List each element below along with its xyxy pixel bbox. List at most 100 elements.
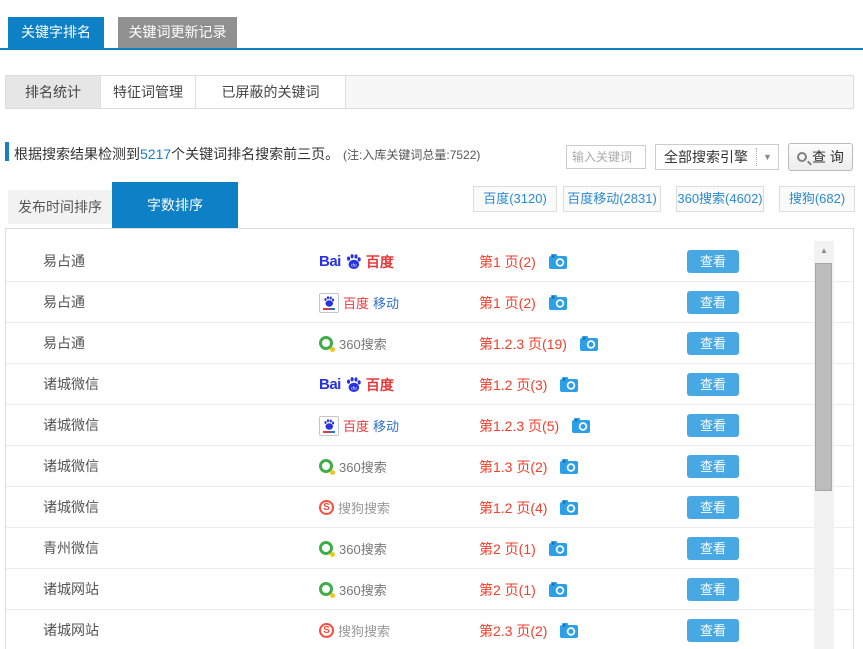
camera-icon[interactable] — [549, 295, 568, 310]
camera-icon[interactable] — [560, 377, 579, 392]
table-row: 诸城网站 360搜索 第2 页(1) 查看 — [6, 569, 853, 610]
so360-ring-icon — [319, 336, 335, 352]
engine-slot: 百度移动 — [319, 405, 399, 446]
table-row: 诸城微信 Bai du 百度 第1.2 页(3) 查看 — [6, 364, 853, 405]
scroll-up-icon[interactable]: ▲ — [814, 241, 834, 259]
page-rank-wrap: 第1 页(2) — [479, 241, 568, 282]
so360-label: 360搜索 — [339, 334, 387, 353]
baidu-mobile-text-blue: 移动 — [373, 416, 399, 435]
table-row: 诸城微信 百度移动 第1.2.3 页(5) — [6, 405, 853, 446]
view-button[interactable]: 查看 — [687, 578, 739, 601]
tab-blocked-keywords[interactable]: 已屏蔽的关键词 — [196, 76, 346, 108]
page-rank-text: 第1 页(2) — [479, 293, 536, 313]
page-rank-wrap: 第1 页(2) — [479, 282, 568, 323]
table-row: 青州微信 360搜索 第2 页(1) 查看 — [6, 528, 853, 569]
query-button-label: 查 询 — [812, 147, 844, 167]
filter-360-search[interactable]: 360搜索(4602) — [676, 186, 764, 212]
tab-underline — [0, 48, 863, 50]
keyword-text: 诸城微信 — [43, 446, 99, 487]
view-button[interactable]: 查看 — [687, 332, 739, 355]
camera-icon[interactable] — [572, 418, 591, 433]
baidu-paw-icon: du — [345, 253, 362, 270]
baidu-paw-icon: du — [345, 376, 362, 393]
tab-feature-word-management[interactable]: 特征词管理 — [101, 76, 196, 108]
baidu-mobile-text-blue: 移动 — [373, 293, 399, 312]
table-row: 易占通 360搜索 第1.2.3 页(19) 查看 — [6, 323, 853, 364]
scrollbar[interactable]: ▲ — [814, 241, 834, 649]
view-button[interactable]: 查看 — [687, 537, 739, 560]
sogou-label: 搜狗搜索 — [338, 498, 390, 517]
engine-select-value: 全部搜索引擎 — [656, 147, 756, 167]
camera-icon[interactable] — [549, 541, 568, 556]
page-rank-text: 第1 页(2) — [479, 252, 536, 272]
tab-keyword-ranking[interactable]: 关键字排名 — [8, 17, 104, 48]
engine-slot: S 搜狗搜索 — [319, 610, 390, 649]
page-rank-wrap: 第1.2 页(4) — [479, 487, 579, 528]
view-button[interactable]: 查看 — [687, 455, 739, 478]
camera-icon[interactable] — [560, 459, 579, 474]
engine-slot: 360搜索 — [319, 323, 387, 364]
filter-baidu-mobile[interactable]: 百度移动(2831) — [563, 186, 661, 212]
page-rank-text: 第1.2 页(3) — [479, 375, 547, 395]
baidu-mobile-paw-icon — [319, 416, 339, 436]
camera-icon[interactable] — [560, 500, 579, 515]
filter-sogou[interactable]: 搜狗(682) — [779, 186, 855, 212]
svg-text:du: du — [351, 262, 357, 268]
so360-logo: 360搜索 — [319, 334, 387, 353]
engine-slot: 360搜索 — [319, 528, 387, 569]
page-rank-text: 第1.2.3 页(5) — [479, 416, 559, 436]
baidu-mobile-logo: 百度移动 — [319, 293, 399, 313]
filter-baidu[interactable]: 百度(3120) — [473, 186, 557, 212]
so360-ring-icon — [319, 582, 335, 598]
view-button[interactable]: 查看 — [687, 619, 739, 642]
view-button[interactable]: 查看 — [687, 250, 739, 273]
sogou-label: 搜狗搜索 — [338, 621, 390, 640]
search-input[interactable] — [566, 145, 646, 169]
tab-keyword-update-log[interactable]: 关键词更新记录 — [118, 17, 237, 48]
so360-logo: 360搜索 — [319, 580, 387, 599]
keyword-table-body: 易占通 Bai du 百度 第1 页(2) 查看 — [6, 241, 853, 649]
camera-icon[interactable] — [560, 623, 579, 638]
page-rank-text: 第2.3 页(2) — [479, 621, 547, 641]
engine-slot: Bai du 百度 — [319, 364, 394, 405]
keyword-text: 易占通 — [43, 323, 85, 364]
stats-note: (注:入库关键词总量:7522) — [343, 148, 480, 162]
engine-select-dropdown[interactable]: 全部搜索引擎 ▼ — [655, 144, 779, 170]
query-button[interactable]: 查 询 — [788, 143, 853, 171]
table-row: 诸城网站 S 搜狗搜索 第2.3 页(2) 查看 — [6, 610, 853, 649]
page-rank-wrap: 第1.2 页(3) — [479, 364, 579, 405]
so360-ring-icon — [319, 541, 335, 557]
view-button[interactable]: 查看 — [687, 291, 739, 314]
so360-logo: 360搜索 — [319, 457, 387, 476]
so360-label: 360搜索 — [339, 539, 387, 558]
tab-sort-by-word-count[interactable]: 字数排序 — [112, 182, 238, 228]
so360-label: 360搜索 — [339, 580, 387, 599]
page-rank-wrap: 第2 页(1) — [479, 569, 568, 610]
sogou-logo: S 搜狗搜索 — [319, 621, 390, 640]
view-button[interactable]: 查看 — [687, 414, 739, 437]
baidu-logo-text-red: 百度 — [366, 375, 394, 395]
view-button[interactable]: 查看 — [687, 496, 739, 519]
tab-ranking-stats[interactable]: 排名统计 — [6, 76, 101, 108]
svg-text:du: du — [351, 385, 357, 391]
keyword-text: 易占通 — [43, 282, 85, 323]
page-rank-text: 第1.3 页(2) — [479, 457, 547, 477]
page-rank-wrap: 第2.3 页(2) — [479, 610, 579, 649]
scrollbar-thumb[interactable] — [815, 263, 832, 491]
sogou-s-icon: S — [319, 623, 334, 638]
sogou-logo: S 搜狗搜索 — [319, 498, 390, 517]
keyword-text: 青州微信 — [43, 528, 99, 569]
baidu-mobile-paw-icon — [319, 293, 339, 313]
engine-slot: 百度移动 — [319, 282, 399, 323]
camera-icon[interactable] — [580, 336, 599, 351]
tab-sort-by-publish-time[interactable]: 发布时间排序 — [8, 190, 112, 224]
baidu-logo-text-red: 百度 — [366, 252, 394, 272]
keyword-text: 诸城微信 — [43, 405, 99, 446]
stats-count: 5217 — [140, 146, 171, 162]
view-button[interactable]: 查看 — [687, 373, 739, 396]
engine-slot: 360搜索 — [319, 569, 387, 610]
camera-icon[interactable] — [549, 582, 568, 597]
stats-prefix: 根据搜索结果检测到 — [14, 146, 140, 162]
camera-icon[interactable] — [549, 254, 568, 269]
table-row: 易占通 百度移动 第1 页(2) — [6, 282, 853, 323]
